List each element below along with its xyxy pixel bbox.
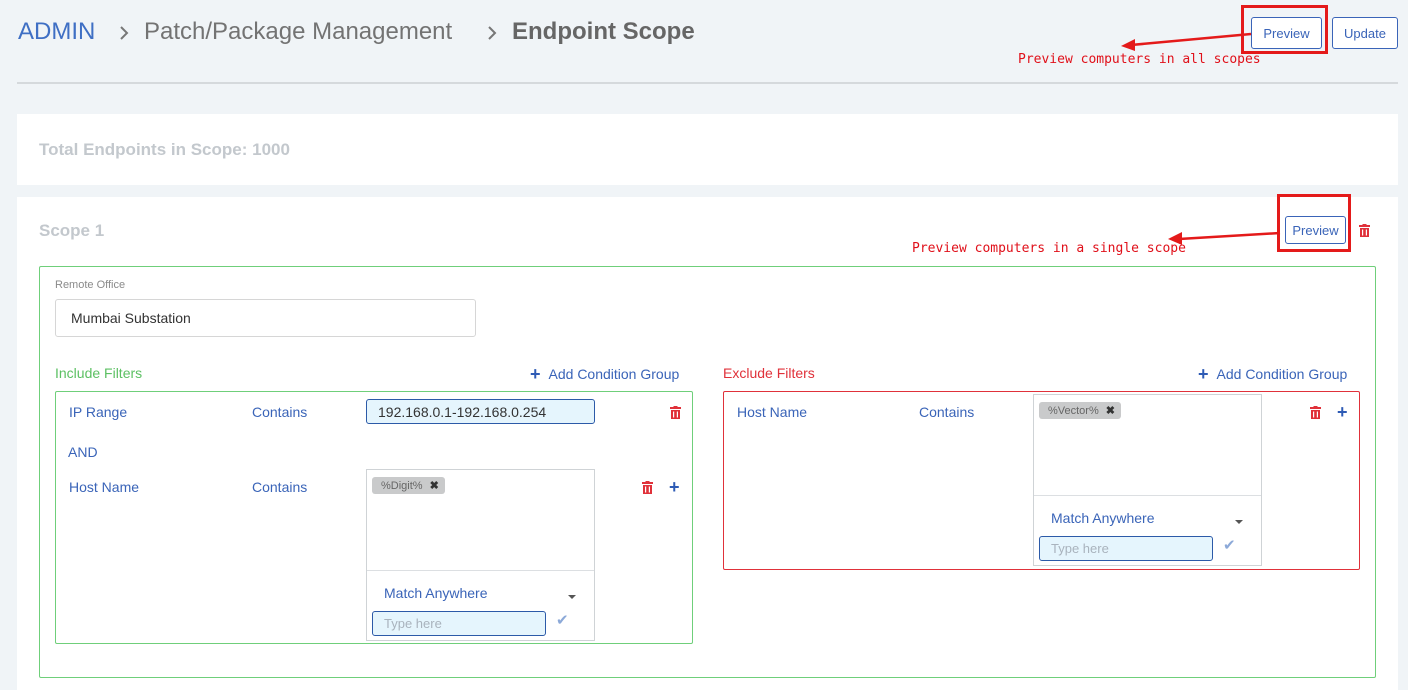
preview-all-button[interactable]: Preview bbox=[1251, 17, 1322, 49]
remote-office-label: Remote Office bbox=[55, 279, 126, 291]
remove-tag-icon[interactable]: ✖ bbox=[430, 479, 439, 492]
plus-icon: + bbox=[530, 364, 541, 384]
chevron-down-icon[interactable] bbox=[568, 595, 576, 599]
delete-condition-trash-icon[interactable] bbox=[670, 406, 681, 419]
value-tag: %Vector% ✖ bbox=[1039, 402, 1121, 419]
update-button[interactable]: Update bbox=[1332, 17, 1398, 49]
delete-condition-trash-icon[interactable] bbox=[1310, 406, 1321, 419]
include-host-name-values[interactable]: %Digit% ✖ Match Anywhere Type here ✔ bbox=[366, 469, 595, 641]
exclude-filters-title: Exclude Filters bbox=[723, 365, 815, 381]
preview-scope-button[interactable]: Preview bbox=[1285, 216, 1346, 244]
summary-card: Total Endpoints in Scope: 1000 bbox=[17, 114, 1398, 185]
remote-office-field[interactable]: Mumbai Substation bbox=[55, 299, 476, 337]
include-field-ip-range[interactable]: IP Range bbox=[69, 404, 127, 420]
include-and-operator: AND bbox=[68, 444, 98, 460]
include-filters-title: Include Filters bbox=[55, 365, 143, 381]
divider bbox=[17, 82, 1398, 84]
value-tag: %Digit% ✖ bbox=[372, 477, 445, 494]
breadcrumb-chevron-icon bbox=[118, 21, 130, 47]
add-condition-plus-icon[interactable]: + bbox=[1337, 403, 1348, 421]
include-operator-contains[interactable]: Contains bbox=[252, 404, 307, 420]
scope-title: Scope 1 bbox=[39, 221, 105, 240]
tag-label: %Vector% bbox=[1048, 404, 1099, 417]
divider bbox=[367, 570, 594, 571]
add-condition-plus-icon[interactable]: + bbox=[669, 478, 680, 496]
annotation-single-scope: Preview computers in a single scope bbox=[912, 241, 1186, 256]
match-mode-select[interactable]: Match Anywhere bbox=[384, 585, 488, 601]
delete-scope-trash-icon[interactable] bbox=[1359, 224, 1370, 237]
exclude-add-condition-group-button[interactable]: + Add Condition Group bbox=[1198, 365, 1347, 383]
include-operator-contains[interactable]: Contains bbox=[252, 479, 307, 495]
total-endpoints: Total Endpoints in Scope: 1000 bbox=[39, 140, 290, 159]
include-type-here-input[interactable]: Type here bbox=[372, 611, 546, 636]
exclude-field-host-name[interactable]: Host Name bbox=[737, 404, 807, 420]
page-title: Endpoint Scope bbox=[512, 18, 695, 45]
exclude-type-here-input[interactable]: Type here bbox=[1039, 536, 1213, 561]
confirm-check-icon[interactable]: ✔ bbox=[1223, 536, 1236, 554]
remove-tag-icon[interactable]: ✖ bbox=[1106, 404, 1115, 417]
include-add-condition-group-button[interactable]: + Add Condition Group bbox=[530, 365, 679, 383]
delete-condition-trash-icon[interactable] bbox=[642, 481, 653, 494]
exclude-operator-contains[interactable]: Contains bbox=[919, 404, 974, 420]
breadcrumb-admin[interactable]: ADMIN bbox=[18, 18, 95, 46]
exclude-host-name-values[interactable]: %Vector% ✖ Match Anywhere Type here ✔ bbox=[1033, 394, 1262, 566]
include-field-host-name[interactable]: Host Name bbox=[69, 479, 139, 495]
breadcrumb-chevron-icon bbox=[486, 21, 498, 47]
breadcrumb-patch-package[interactable]: Patch/Package Management bbox=[144, 18, 452, 46]
confirm-check-icon[interactable]: ✔ bbox=[556, 611, 569, 629]
divider bbox=[1034, 495, 1261, 496]
add-condition-group-label: Add Condition Group bbox=[1216, 366, 1348, 382]
tag-label: %Digit% bbox=[381, 479, 423, 492]
annotation-all-scopes: Preview computers in all scopes bbox=[1018, 52, 1261, 67]
match-mode-select[interactable]: Match Anywhere bbox=[1051, 510, 1155, 526]
ip-range-input[interactable]: 192.168.0.1-192.168.0.254 bbox=[366, 399, 595, 424]
add-condition-group-label: Add Condition Group bbox=[548, 366, 680, 382]
annotation-arrow-icon bbox=[1121, 32, 1252, 51]
chevron-down-icon[interactable] bbox=[1235, 520, 1243, 524]
plus-icon: + bbox=[1198, 364, 1209, 384]
